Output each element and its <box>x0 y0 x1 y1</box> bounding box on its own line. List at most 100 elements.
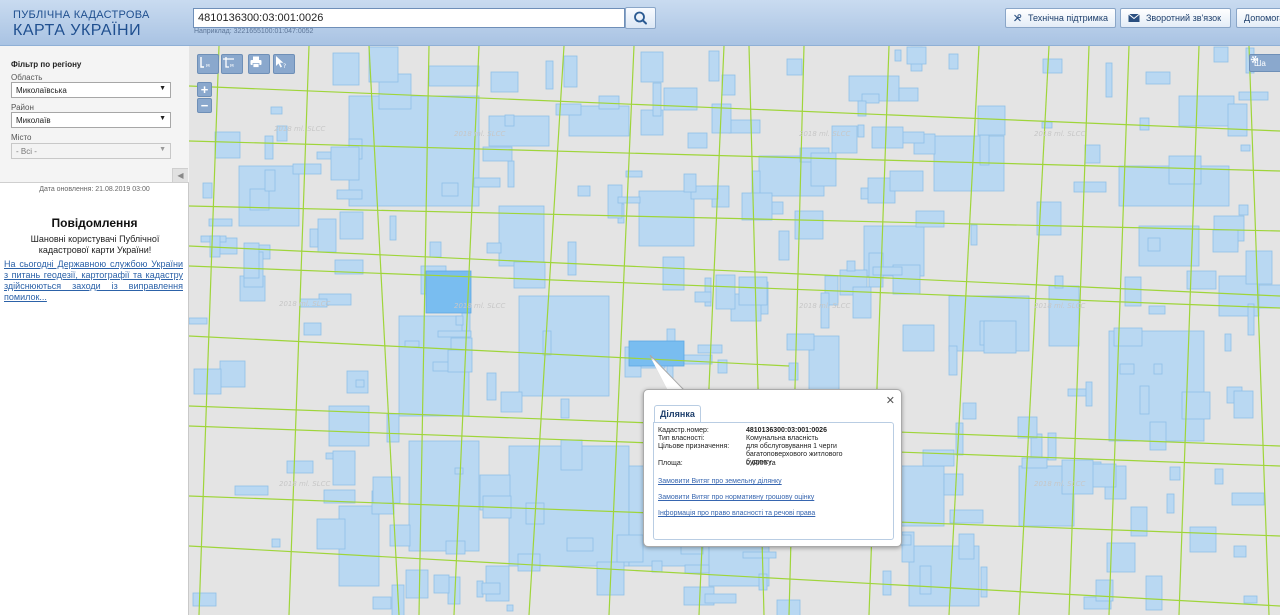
building[interactable] <box>1147 237 1161 252</box>
building[interactable] <box>962 402 977 420</box>
search-button[interactable] <box>625 7 656 29</box>
building[interactable] <box>450 337 473 351</box>
parcel[interactable] <box>408 440 480 552</box>
building[interactable] <box>560 439 583 471</box>
parcel[interactable] <box>348 95 480 207</box>
building[interactable] <box>948 345 958 376</box>
site-logo[interactable]: ПУБЛІЧНА КАДАСТРОВА КАРТА УКРАЇНИ <box>13 10 150 39</box>
building[interactable] <box>336 189 363 200</box>
building[interactable] <box>504 114 515 127</box>
feedback-button[interactable]: Зворотний зв'язок <box>1120 8 1231 28</box>
support-button[interactable]: Технічна підтримка <box>1005 8 1116 28</box>
parcel[interactable] <box>498 205 545 267</box>
building[interactable] <box>1073 181 1107 193</box>
building[interactable] <box>889 170 924 192</box>
building[interactable] <box>507 160 515 188</box>
building[interactable] <box>234 485 269 496</box>
building[interactable] <box>955 422 964 456</box>
layers-button[interactable]: Ша <box>1249 54 1280 72</box>
building[interactable] <box>372 476 401 504</box>
building[interactable] <box>1017 416 1038 439</box>
building[interactable] <box>433 574 450 594</box>
building[interactable] <box>683 173 697 193</box>
building[interactable] <box>846 260 856 272</box>
building[interactable] <box>1189 526 1217 553</box>
building[interactable] <box>882 570 892 596</box>
ownership-info-link[interactable]: Інформація про право власності та речові… <box>658 510 815 517</box>
building[interactable] <box>1119 363 1135 375</box>
building[interactable] <box>919 565 932 595</box>
building[interactable] <box>264 169 276 192</box>
area-tool-button[interactable]: м <box>221 54 243 74</box>
building[interactable] <box>684 564 710 574</box>
building[interactable] <box>970 224 978 246</box>
building[interactable] <box>372 596 392 610</box>
building[interactable] <box>545 60 554 90</box>
building[interactable] <box>980 566 988 598</box>
building[interactable] <box>915 210 945 228</box>
building[interactable] <box>368 46 399 83</box>
building[interactable] <box>405 569 429 599</box>
parcel[interactable] <box>1178 95 1235 127</box>
close-icon[interactable]: ✕ <box>886 394 895 407</box>
building[interactable] <box>1084 144 1101 164</box>
building[interactable] <box>1153 363 1163 375</box>
building[interactable] <box>490 71 519 93</box>
building[interactable] <box>948 53 959 70</box>
tab-parcel[interactable]: Ділянка <box>654 405 701 422</box>
region-select[interactable]: Миколаївська ▼ <box>11 82 171 98</box>
building[interactable] <box>1061 459 1094 495</box>
building[interactable] <box>983 320 1017 354</box>
building[interactable] <box>1042 58 1063 74</box>
parcel[interactable] <box>638 190 695 247</box>
building[interactable] <box>1240 144 1251 152</box>
building[interactable] <box>1233 390 1254 419</box>
building[interactable] <box>286 460 314 474</box>
building[interactable] <box>906 46 927 65</box>
building[interactable] <box>778 230 790 261</box>
building[interactable] <box>694 291 712 303</box>
building[interactable] <box>1231 492 1265 506</box>
building[interactable] <box>303 322 322 336</box>
building[interactable] <box>473 177 501 188</box>
building[interactable] <box>1243 595 1258 604</box>
building[interactable] <box>857 124 865 138</box>
building[interactable] <box>389 524 411 547</box>
building[interactable] <box>567 241 577 276</box>
building[interactable] <box>943 473 964 496</box>
building[interactable] <box>271 538 281 548</box>
building[interactable] <box>721 74 736 96</box>
order-extract-link[interactable]: Замовити Витяг про земельну ділянку <box>658 478 782 485</box>
building[interactable] <box>447 349 473 373</box>
building[interactable] <box>1139 117 1150 131</box>
building[interactable] <box>1168 155 1202 185</box>
building[interactable] <box>958 533 975 560</box>
building[interactable] <box>1233 545 1247 558</box>
building[interactable] <box>577 185 591 197</box>
zoom-in-button[interactable]: + <box>197 82 212 97</box>
building[interactable] <box>249 188 270 211</box>
building[interactable] <box>441 182 459 197</box>
building[interactable] <box>264 135 274 160</box>
city-select[interactable]: - Всі - ▼ <box>11 143 171 159</box>
building[interactable] <box>454 467 464 475</box>
building[interactable] <box>309 228 319 248</box>
building[interactable] <box>820 292 830 329</box>
building[interactable] <box>979 134 990 166</box>
building[interactable] <box>741 192 773 221</box>
building[interactable] <box>1227 103 1248 137</box>
building[interactable] <box>506 604 514 612</box>
building[interactable] <box>1238 91 1269 101</box>
building[interactable] <box>894 49 902 62</box>
building[interactable] <box>1212 229 1239 253</box>
building[interactable] <box>1214 468 1224 485</box>
building[interactable] <box>219 360 246 388</box>
building[interactable] <box>500 391 523 413</box>
building[interactable] <box>899 131 925 144</box>
building[interactable] <box>486 242 502 254</box>
building[interactable] <box>652 82 662 117</box>
building[interactable] <box>355 379 365 388</box>
notice-link[interactable]: На сьогодні Державною службою України з … <box>4 259 183 303</box>
building[interactable] <box>316 151 332 160</box>
building[interactable] <box>517 553 541 572</box>
